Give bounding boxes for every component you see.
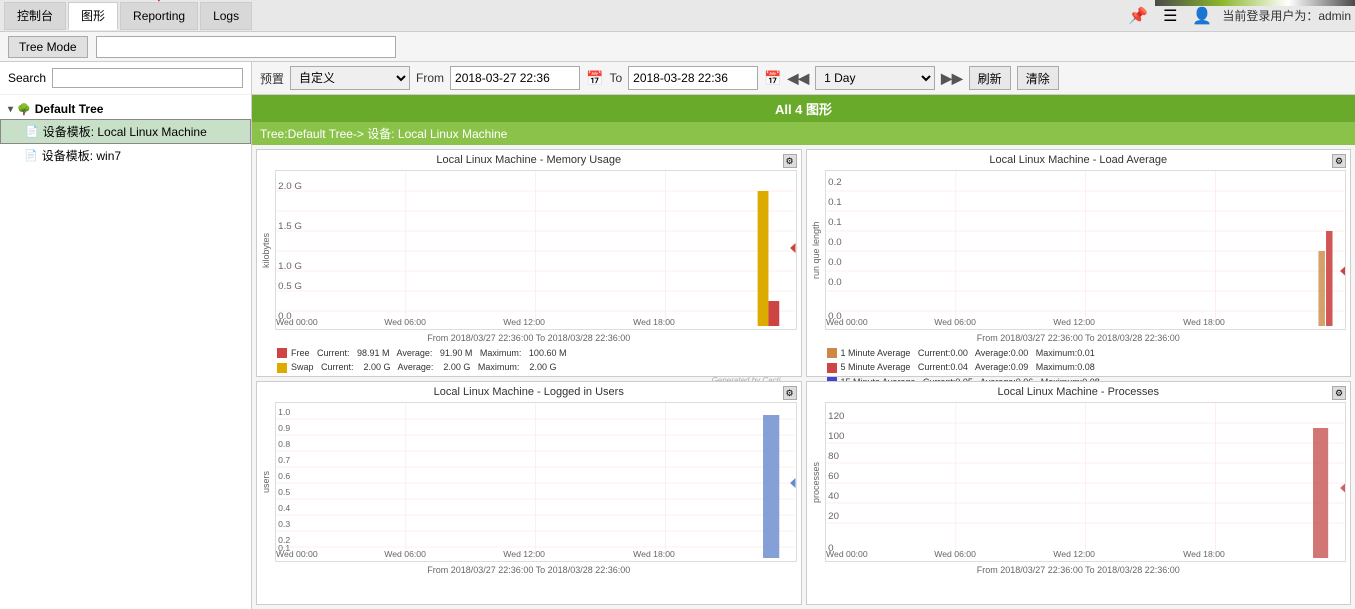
interval-select[interactable]: 1 Day	[815, 66, 935, 90]
svg-text:2.0 G: 2.0 G	[278, 181, 302, 191]
svg-text:1.0: 1.0	[278, 407, 290, 417]
tree-item-win7-label: 设备模板: win7	[42, 147, 121, 164]
chart-users: Local Linux Machine - Logged in Users ⚙ …	[256, 381, 802, 605]
svg-text:80: 80	[828, 451, 839, 461]
tree-arrow-icon: ▾	[8, 104, 13, 115]
svg-text:Wed 18:00: Wed 18:00	[633, 317, 675, 326]
svg-text:Wed 06:00: Wed 06:00	[934, 317, 976, 326]
svg-text:0.1: 0.1	[828, 217, 842, 227]
chart-users-title: Local Linux Machine - Logged in Users	[257, 382, 801, 400]
user-icon[interactable]: 👤	[1190, 4, 1214, 28]
section-title: All 4 图形	[252, 95, 1355, 122]
svg-text:Wed 18:00: Wed 18:00	[1183, 549, 1225, 558]
search-input[interactable]	[96, 36, 396, 58]
chart-processes-title: Local Linux Machine - Processes	[807, 382, 1351, 400]
svg-text:Wed 18:00: Wed 18:00	[1183, 317, 1225, 326]
svg-text:0.4: 0.4	[278, 503, 290, 513]
svg-text:0.6: 0.6	[278, 471, 290, 481]
chart-memory-timerange: From 2018/03/27 22:36:00 To 2018/03/28 2…	[257, 332, 801, 344]
svg-text:20: 20	[828, 511, 839, 521]
clear-button[interactable]: 清除	[1017, 66, 1059, 90]
to-cal-icon[interactable]: 📅	[764, 70, 781, 87]
svg-text:0.2: 0.2	[828, 177, 842, 187]
chart-processes-settings-icon[interactable]: ⚙	[1332, 386, 1346, 400]
chart-load-timerange: From 2018/03/27 22:36:00 To 2018/03/28 2…	[807, 332, 1351, 344]
svg-text:0.3: 0.3	[278, 519, 290, 529]
svg-text:Wed 12:00: Wed 12:00	[1053, 317, 1095, 326]
tab-reporting[interactable]: Reporting ↓	[120, 2, 198, 30]
sidebar-search-input[interactable]	[52, 68, 243, 88]
svg-text:0.7: 0.7	[278, 455, 290, 465]
chart-users-timerange: From 2018/03/27 22:36:00 To 2018/03/28 2…	[257, 564, 801, 576]
tree-folder-icon: 🌳	[17, 103, 31, 116]
tree-doc-icon: 📄	[25, 125, 39, 138]
svg-text:Wed 00:00: Wed 00:00	[276, 317, 318, 326]
tree-item-linux-label: 设备模板: Local Linux Machine	[43, 123, 207, 140]
svg-text:0.0: 0.0	[828, 277, 842, 287]
tree-item-win7[interactable]: 📄 设备模板: win7	[0, 144, 251, 167]
chart-load-title: Local Linux Machine - Load Average	[807, 150, 1351, 168]
svg-text:Wed 00:00: Wed 00:00	[826, 317, 868, 326]
chart-load-ylabel: run que length	[811, 170, 825, 330]
svg-text:Wed 06:00: Wed 06:00	[934, 549, 976, 558]
chart-processes-ylabel: processes	[811, 402, 825, 562]
svg-text:1.5 G: 1.5 G	[278, 221, 302, 231]
refresh-button[interactable]: 刷新	[969, 66, 1011, 90]
to-date-input[interactable]	[628, 66, 758, 90]
svg-text:120: 120	[828, 411, 844, 421]
svg-text:0.0: 0.0	[828, 257, 842, 267]
chart-memory: Local Linux Machine - Memory Usage ⚙ 🔍 ≡…	[256, 149, 802, 377]
search-label: Search	[8, 71, 46, 85]
from-date-input[interactable]	[450, 66, 580, 90]
svg-text:Wed 06:00: Wed 06:00	[384, 549, 426, 558]
preset-select[interactable]: 自定义	[290, 66, 410, 90]
svg-text:Wed 00:00: Wed 00:00	[826, 549, 868, 558]
preset-label: 预置	[260, 70, 284, 87]
from-label: From	[416, 71, 444, 85]
svg-text:Wed 12:00: Wed 12:00	[1053, 549, 1095, 558]
tree-root[interactable]: ▾ 🌳 Default Tree	[0, 99, 251, 119]
svg-text:0.1: 0.1	[828, 197, 842, 207]
svg-text:Wed 06:00: Wed 06:00	[384, 317, 426, 326]
from-cal-icon[interactable]: 📅	[586, 70, 603, 87]
svg-text:Wed 12:00: Wed 12:00	[503, 317, 545, 326]
menu-icon[interactable]: ☰	[1158, 4, 1182, 28]
tree-root-label: Default Tree	[35, 102, 104, 116]
svg-text:40: 40	[828, 491, 839, 501]
prev-arrow[interactable]: ◀◀	[788, 70, 810, 87]
tab-logs[interactable]: Logs	[200, 2, 252, 30]
chart-processes: Local Linux Machine - Processes ⚙ 🔍 ≡ pr…	[806, 381, 1352, 605]
svg-text:Wed 12:00: Wed 12:00	[503, 549, 545, 558]
svg-text:100: 100	[828, 431, 844, 441]
svg-text:0.5: 0.5	[278, 487, 290, 497]
chart-processes-timerange: From 2018/03/27 22:36:00 To 2018/03/28 2…	[807, 564, 1351, 576]
chart-users-settings-icon[interactable]: ⚙	[783, 386, 797, 400]
chart-load-settings-icon[interactable]: ⚙	[1332, 154, 1346, 168]
user-info: 当前登录用户为：admin	[1222, 7, 1351, 24]
svg-text:0.0: 0.0	[828, 237, 842, 247]
svg-text:0.9: 0.9	[278, 423, 290, 433]
chart-memory-title: Local Linux Machine - Memory Usage	[257, 150, 801, 168]
chart-memory-settings-icon[interactable]: ⚙	[783, 154, 797, 168]
svg-text:Wed 00:00: Wed 00:00	[276, 549, 318, 558]
svg-text:60: 60	[828, 471, 839, 481]
tab-graph[interactable]: 图形	[68, 2, 118, 30]
svg-text:Wed 18:00: Wed 18:00	[633, 549, 675, 558]
chart-users-ylabel: users	[261, 402, 275, 562]
tree-doc-icon-2: 📄	[24, 149, 38, 162]
chart-load: Local Linux Machine - Load Average ⚙ 🔍 ≡…	[806, 149, 1352, 377]
tab-console[interactable]: 控制台	[4, 2, 66, 30]
svg-text:1.0 G: 1.0 G	[278, 261, 302, 271]
tree-item-linux[interactable]: 📄 设备模板: Local Linux Machine	[0, 119, 251, 144]
pushpin-icon[interactable]: 📌	[1126, 4, 1150, 28]
to-label: To	[609, 71, 622, 85]
svg-text:0.8: 0.8	[278, 439, 290, 449]
chart-memory-ylabel: kilobytes	[261, 170, 275, 330]
tree-mode-button[interactable]: Tree Mode	[8, 36, 88, 58]
next-arrow[interactable]: ▶▶	[941, 70, 963, 87]
svg-text:0.5 G: 0.5 G	[278, 281, 302, 291]
breadcrumb: Tree:Default Tree-> 设备: Local Linux Mach…	[252, 122, 1355, 145]
